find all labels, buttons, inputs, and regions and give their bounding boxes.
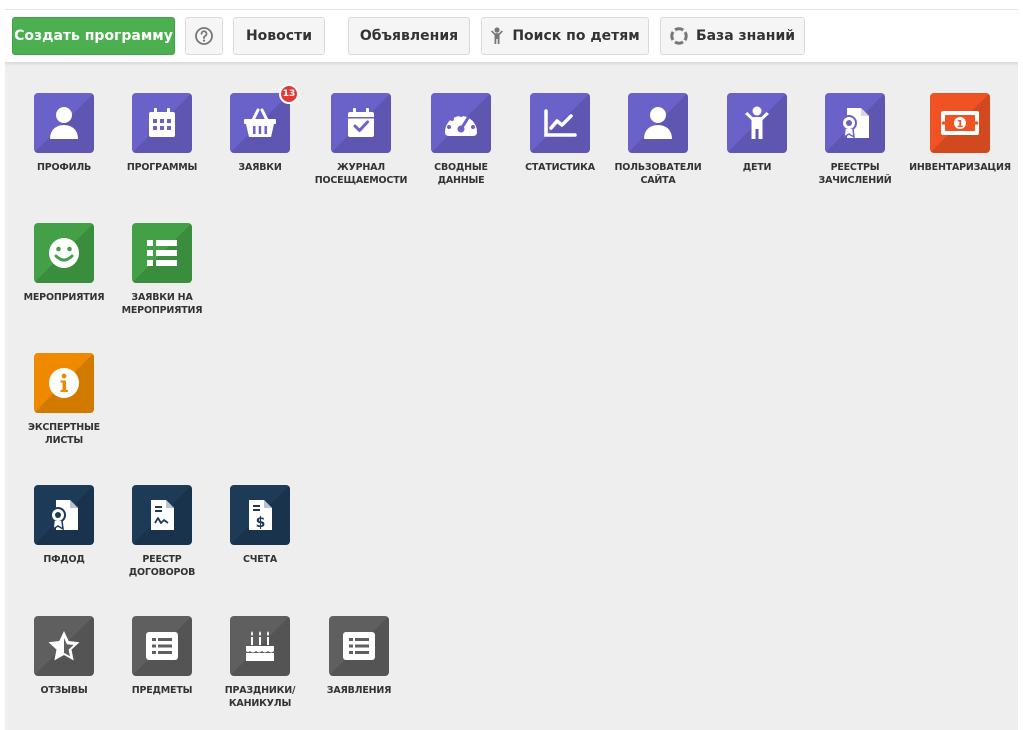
tile-label: ПФДОД — [43, 554, 85, 565]
tile-label: Праздники/каникулы — [224, 685, 296, 709]
contract-icon — [151, 500, 174, 530]
tile-applications[interactable]: 13 Заявки — [211, 84, 309, 174]
tile-children[interactable]: Дети — [708, 93, 806, 174]
tile-label: Заявки на мероприятия — [121, 292, 203, 316]
announcements-button[interactable]: Объявления — [348, 17, 470, 55]
panel-shadow — [5, 62, 1018, 66]
tile-subjects[interactable]: Предметы — [113, 616, 211, 697]
notification-badge: 13 — [279, 84, 299, 104]
help-button[interactable] — [185, 17, 223, 55]
svg-text:1: 1 — [957, 119, 964, 130]
tile-enrollment-registers[interactable]: Реестры зачислений — [806, 93, 904, 187]
calendar-grid-icon — [149, 108, 175, 137]
tile-label: Отзывы — [40, 685, 88, 696]
user-icon — [50, 107, 78, 139]
money-icon: 1 — [941, 111, 979, 135]
tile-statements[interactable]: Заявления — [310, 616, 408, 697]
tile-label: Статистика — [525, 162, 595, 173]
svg-text:$: $ — [256, 515, 266, 531]
tile-attendance[interactable]: Журнал посещаемости — [312, 93, 410, 187]
tile-site-users[interactable]: Пользователи сайта — [609, 93, 707, 187]
news-label: Новости — [245, 28, 313, 44]
tile-label: Сводные данные — [434, 162, 488, 186]
tile-label: Реестр договоров — [128, 554, 196, 578]
info-icon — [49, 368, 79, 398]
toolbar: Создать программу Новости Объявления Пои… — [0, 0, 1023, 62]
tile-invoices[interactable]: $ Счета — [211, 485, 309, 566]
lifebuoy-icon — [670, 27, 688, 45]
tile-reviews[interactable]: Отзывы — [15, 616, 113, 697]
tile-label: Пользователи сайта — [614, 162, 702, 186]
user-icon — [644, 107, 672, 139]
tile-contracts[interactable]: Реестр договоров — [113, 485, 211, 579]
dashboard-panel: Профиль Программы 13 Заявк — [5, 62, 1018, 730]
list-box-icon — [343, 632, 375, 660]
certificate-doc-icon — [841, 108, 869, 139]
tile-label: Экспертные листы — [28, 422, 100, 446]
tile-events[interactable]: Мероприятия — [15, 223, 113, 304]
tile-label: Заявления — [326, 685, 392, 696]
tile-programs[interactable]: Программы — [113, 93, 211, 174]
star-icon — [48, 631, 80, 661]
tile-summary[interactable]: Сводные данные — [412, 93, 510, 187]
tile-label: Реестры зачислений — [818, 162, 892, 186]
news-button[interactable]: Новости — [233, 17, 325, 55]
knowledge-base-button[interactable]: База знаний — [660, 17, 805, 55]
tile-label: Дети — [742, 162, 772, 173]
tile-holidays[interactable]: Праздники/каникулы — [211, 616, 309, 710]
tile-label: Предметы — [131, 685, 193, 696]
announcements-label: Объявления — [359, 28, 459, 44]
gauge-icon — [445, 113, 477, 136]
tile-inventory[interactable]: 1 Инвентаризация — [905, 93, 1015, 174]
tile-profile[interactable]: Профиль — [15, 93, 113, 174]
list-box-icon — [146, 632, 178, 660]
tile-statistics[interactable]: Статистика — [511, 93, 609, 174]
tile-label: Журнал посещаемости — [314, 162, 408, 186]
tile-label: Счета — [243, 554, 277, 565]
smile-icon — [49, 238, 79, 268]
invoice-icon: $ — [249, 500, 272, 531]
tile-label: Мероприятия — [23, 292, 105, 303]
certificate-doc-icon — [50, 500, 78, 531]
child-icon — [490, 27, 504, 45]
tile-label: Профиль — [36, 162, 92, 173]
tile-label: Инвентаризация — [909, 162, 1011, 173]
create-program-label: Создать программу — [14, 28, 173, 44]
child-search-label: Поиск по детям — [512, 28, 640, 44]
knowledge-base-label: База знаний — [695, 28, 796, 44]
chart-icon — [544, 109, 577, 137]
cake-icon — [246, 631, 274, 661]
basket-icon — [244, 108, 276, 137]
tile-label: Программы — [126, 162, 198, 173]
tile-pfdod[interactable]: ПФДОД — [15, 485, 113, 566]
child-search-button[interactable]: Поиск по детям — [481, 17, 649, 55]
question-circle-icon — [195, 27, 213, 45]
list-icon — [147, 240, 177, 266]
calendar-check-icon — [348, 108, 374, 137]
create-program-button[interactable]: Создать программу — [12, 17, 175, 55]
tile-event-applications[interactable]: Заявки на мероприятия — [113, 223, 211, 317]
tile-label: Заявки — [238, 162, 282, 173]
child-icon — [745, 106, 769, 139]
tile-expert-sheets[interactable]: Экспертные листы — [15, 353, 113, 447]
